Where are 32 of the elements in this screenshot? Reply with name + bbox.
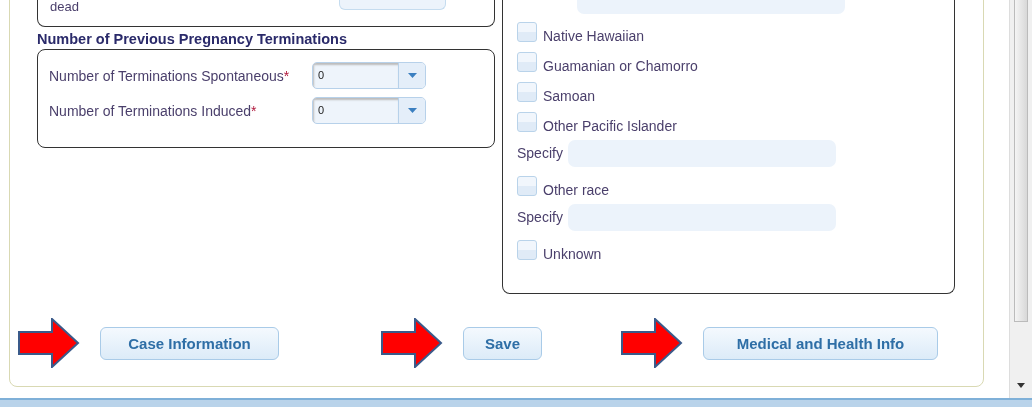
- nav-button[interactable]: Case Information: [100, 326, 279, 360]
- checkbox[interactable]: [517, 82, 537, 102]
- nav-button[interactable]: Medical and Health Info: [703, 326, 938, 360]
- input-field[interactable]: [338, 0, 446, 10]
- dropdown[interactable]: 0: [312, 62, 426, 89]
- field-label: Specify: [517, 145, 563, 161]
- scroll-down-icon[interactable]: [1017, 383, 1025, 388]
- field-label: Number of Terminations Spontaneous*: [49, 67, 291, 84]
- section-title: Number of Previous Pregnancy Terminations: [37, 32, 348, 47]
- checkbox-label: Unknown: [543, 246, 602, 262]
- arrow-icon: [621, 318, 683, 368]
- checkbox[interactable]: [517, 52, 537, 72]
- scrollbar-thumb[interactable]: [1014, 0, 1028, 322]
- checkbox-label: Other Pacific Islander: [543, 118, 677, 134]
- dropdown-caret-icon: [407, 108, 417, 113]
- checkbox-label: Native Hawaiian: [543, 28, 645, 44]
- checkbox[interactable]: [517, 240, 537, 260]
- dropdown[interactable]: 0: [312, 97, 426, 124]
- checkbox[interactable]: [517, 112, 537, 132]
- nav-button[interactable]: Save: [463, 326, 542, 360]
- checkbox[interactable]: [517, 22, 537, 42]
- checkbox-label: Guamanian or Chamorro: [543, 58, 698, 74]
- checkbox[interactable]: [517, 176, 537, 196]
- field-label: dead: [50, 0, 79, 14]
- scrollbar[interactable]: [1009, 0, 1032, 398]
- dropdown-caret-icon: [407, 73, 417, 78]
- field-label: Specify: [517, 209, 563, 225]
- checkbox-label: Other race: [543, 182, 610, 198]
- arrow-icon: [381, 318, 443, 368]
- arrow-icon: [18, 318, 80, 368]
- field-label: Number of Terminations Induced*: [49, 102, 258, 119]
- checkbox-label: Samoan: [543, 88, 596, 104]
